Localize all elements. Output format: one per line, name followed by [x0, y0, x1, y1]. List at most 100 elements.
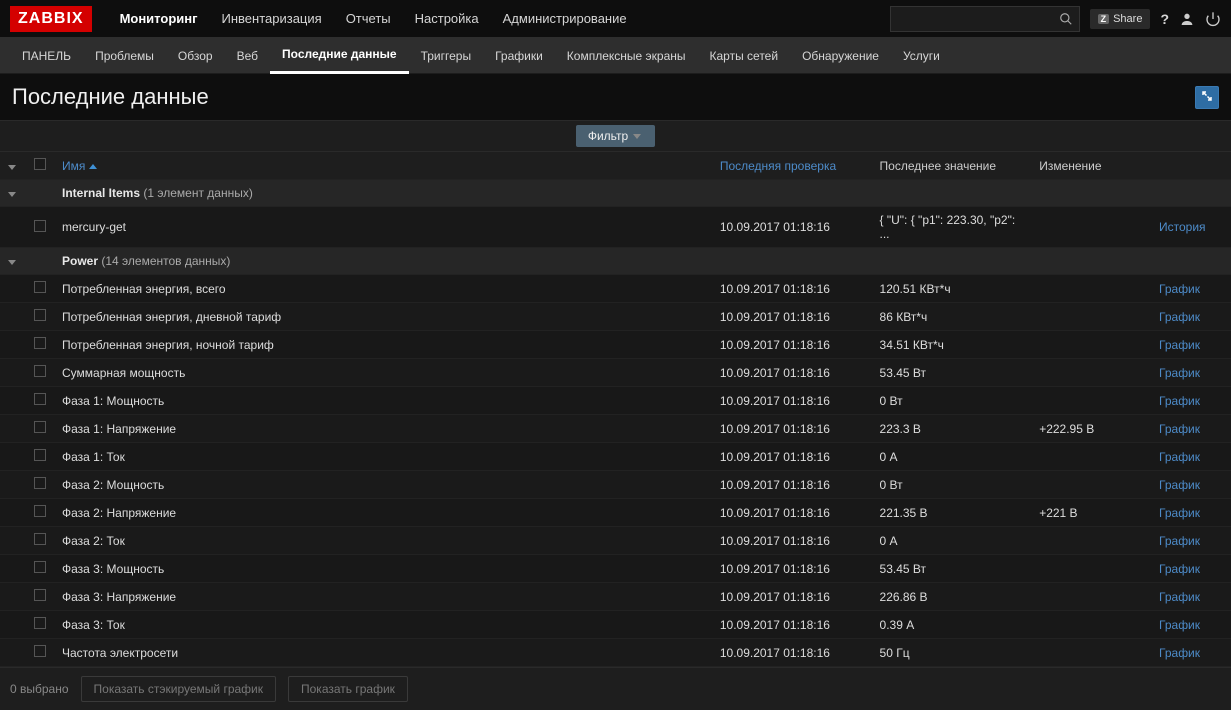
row-checkbox[interactable]: [34, 393, 46, 405]
item-action-link[interactable]: График: [1159, 282, 1200, 296]
row-checkbox[interactable]: [34, 505, 46, 517]
item-last-check: 10.09.2017 01:18:16: [712, 207, 872, 248]
top-nav-item[interactable]: Инвентаризация: [210, 0, 334, 38]
row-checkbox[interactable]: [34, 309, 46, 321]
show-stacked-graph-button[interactable]: Показать стэкируемый график: [81, 676, 276, 702]
share-button[interactable]: Z Share: [1090, 9, 1151, 29]
row-checkbox[interactable]: [34, 645, 46, 657]
top-navbar: ZABBIX МониторингИнвентаризацияОтчетыНас…: [0, 0, 1231, 38]
group-row[interactable]: Internal Items (1 элемент данных): [0, 180, 1231, 207]
item-action-link[interactable]: История: [1159, 220, 1206, 234]
item-action-link[interactable]: График: [1159, 394, 1200, 408]
column-lastcheck-link[interactable]: Последняя проверка: [720, 159, 836, 173]
sub-nav-item[interactable]: Услуги: [891, 38, 952, 74]
item-action-link[interactable]: График: [1159, 422, 1200, 436]
item-action-link[interactable]: График: [1159, 562, 1200, 576]
sub-nav-item[interactable]: ПАНЕЛЬ: [10, 38, 83, 74]
fullscreen-button[interactable]: [1195, 86, 1219, 109]
row-checkbox[interactable]: [34, 449, 46, 461]
item-action-link[interactable]: График: [1159, 534, 1200, 548]
row-checkbox[interactable]: [34, 589, 46, 601]
top-nav-item[interactable]: Администрирование: [491, 0, 639, 38]
item-name: Потребленная энергия, всего: [62, 282, 226, 296]
item-action-link[interactable]: График: [1159, 646, 1200, 660]
item-last-value: 0 Вт: [872, 387, 1032, 415]
sub-nav-item[interactable]: Веб: [225, 38, 270, 74]
item-last-check: 10.09.2017 01:18:16: [712, 471, 872, 499]
sub-nav-item[interactable]: Последние данные: [270, 38, 409, 74]
item-change: [1031, 303, 1151, 331]
sub-nav-item[interactable]: Проблемы: [83, 38, 166, 74]
zabbix-mark-icon: Z: [1098, 14, 1110, 24]
column-lastcheck-header[interactable]: Последняя проверка: [712, 152, 872, 180]
item-name: Потребленная энергия, дневной тариф: [62, 310, 281, 324]
column-name-link[interactable]: Имя: [62, 159, 85, 173]
user-icon[interactable]: [1179, 11, 1195, 27]
row-checkbox[interactable]: [34, 617, 46, 629]
item-action-link[interactable]: График: [1159, 450, 1200, 464]
row-checkbox[interactable]: [34, 220, 46, 232]
sub-nav-item[interactable]: Обзор: [166, 38, 225, 74]
row-checkbox[interactable]: [34, 477, 46, 489]
chevron-down-icon[interactable]: [8, 260, 16, 265]
item-last-check: 10.09.2017 01:18:16: [712, 611, 872, 639]
row-checkbox[interactable]: [34, 281, 46, 293]
zabbix-logo[interactable]: ZABBIX: [10, 6, 92, 32]
power-icon[interactable]: [1205, 11, 1221, 27]
sub-nav-item[interactable]: Триггеры: [409, 38, 484, 74]
item-action-link[interactable]: График: [1159, 590, 1200, 604]
row-checkbox[interactable]: [34, 421, 46, 433]
item-change: [1031, 275, 1151, 303]
table-row: Потребленная энергия, дневной тариф10.09…: [0, 303, 1231, 331]
item-change: [1031, 471, 1151, 499]
help-icon[interactable]: ?: [1160, 11, 1169, 27]
item-last-value: 86 КВт*ч: [872, 303, 1032, 331]
table-row: Фаза 1: Мощность 10.09.2017 01:18:160 Вт Г…: [0, 387, 1231, 415]
item-name: Потребленная энергия, ночной тариф: [62, 338, 274, 352]
filter-label: Фильтр: [588, 129, 628, 143]
search-box[interactable]: [890, 6, 1080, 32]
item-change: [1031, 207, 1151, 248]
checkbox-icon[interactable]: [34, 158, 46, 170]
search-input[interactable]: [897, 12, 1059, 26]
item-action-link[interactable]: График: [1159, 506, 1200, 520]
table-row: Фаза 2: Ток10.09.2017 01:18:160 АГрафик: [0, 527, 1231, 555]
select-all-header[interactable]: [26, 152, 54, 180]
item-last-check: 10.09.2017 01:18:16: [712, 387, 872, 415]
row-checkbox[interactable]: [34, 365, 46, 377]
column-name-header[interactable]: Имя: [54, 152, 712, 180]
top-nav-item[interactable]: Отчеты: [334, 0, 403, 38]
row-checkbox[interactable]: [34, 337, 46, 349]
chevron-down-icon[interactable]: [8, 192, 16, 197]
item-last-value: 50 Гц: [872, 639, 1032, 667]
item-last-value: 120.51 КВт*ч: [872, 275, 1032, 303]
search-icon[interactable]: [1059, 12, 1073, 26]
top-nav-right: Z Share ?: [890, 6, 1221, 32]
item-last-value: 0 А: [872, 443, 1032, 471]
item-action-link[interactable]: График: [1159, 338, 1200, 352]
row-checkbox[interactable]: [34, 533, 46, 545]
item-last-check: 10.09.2017 01:18:16: [712, 555, 872, 583]
item-last-check: 10.09.2017 01:18:16: [712, 527, 872, 555]
item-name: Фаза 1: Мощность: [62, 394, 164, 408]
item-action-link[interactable]: График: [1159, 618, 1200, 632]
show-graph-button[interactable]: Показать график: [288, 676, 408, 702]
sub-nav-item[interactable]: Графики: [483, 38, 555, 74]
expand-all-header[interactable]: [0, 152, 26, 180]
item-action-link[interactable]: График: [1159, 310, 1200, 324]
filter-toggle-button[interactable]: Фильтр: [576, 125, 655, 147]
table-row: Потребленная энергия, всего10.09.2017 01…: [0, 275, 1231, 303]
group-row[interactable]: Power (14 элементов данных): [0, 248, 1231, 275]
sub-nav-item[interactable]: Обнаружение: [790, 38, 891, 74]
sub-nav-item[interactable]: Комплексные экраны: [555, 38, 698, 74]
item-action-link[interactable]: График: [1159, 478, 1200, 492]
item-action-link[interactable]: График: [1159, 366, 1200, 380]
sub-nav-item[interactable]: Карты сетей: [698, 38, 791, 74]
item-name: Фаза 1: Ток: [62, 450, 125, 464]
row-checkbox[interactable]: [34, 561, 46, 573]
table-row: mercury-get10.09.2017 01:18:16{ "U": { "…: [0, 207, 1231, 248]
item-name: Фаза 2: Напряжение: [62, 506, 176, 520]
top-nav-item[interactable]: Мониторинг: [108, 0, 210, 38]
item-change: [1031, 443, 1151, 471]
top-nav-item[interactable]: Настройка: [403, 0, 491, 38]
